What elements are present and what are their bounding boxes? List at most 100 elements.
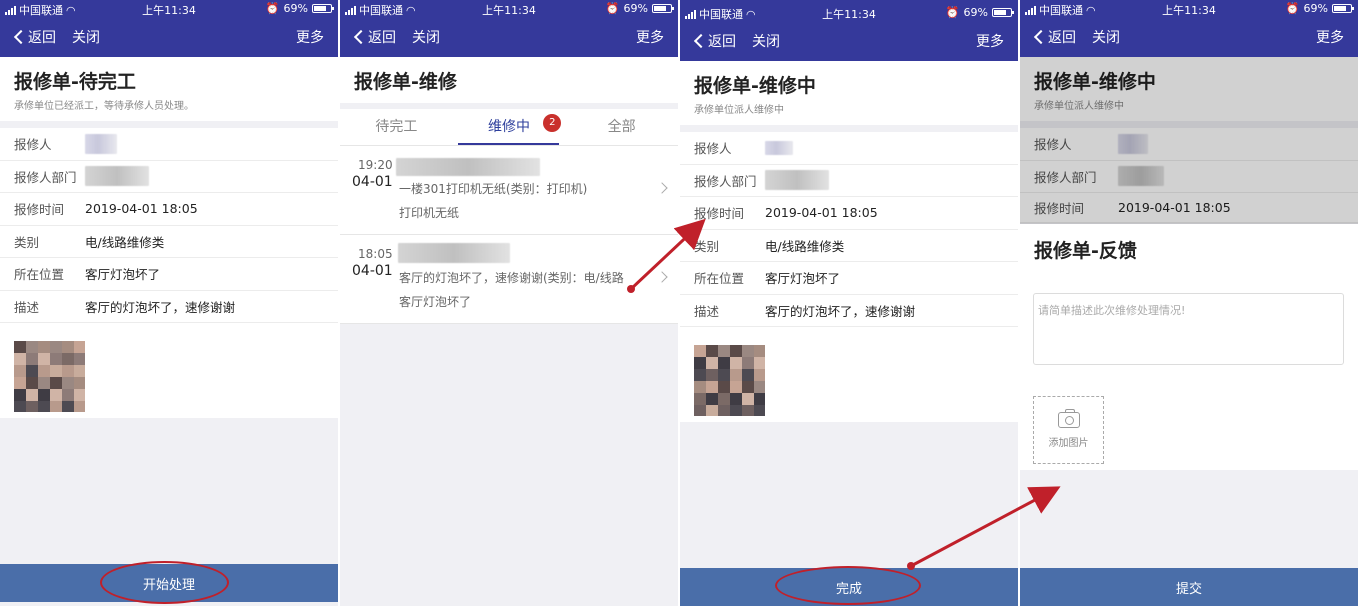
back-button[interactable]: 返回	[352, 27, 396, 47]
field-label: 报修时间	[1034, 201, 1085, 216]
photo-pixel	[718, 345, 730, 357]
photo-pixel	[730, 393, 742, 405]
redacted-title	[396, 158, 540, 176]
tutorial-collage: 中国联通 ◠ 上午11:34 ⏰ 69% 返回 关闭 更多 报修单-待完工 承修单位…	[0, 0, 1358, 606]
nav-bar: 中国联通 ◠ 上午11:34 ⏰ 69% 返回 关闭 更多	[680, 0, 1018, 61]
photo-pixel	[742, 393, 754, 405]
photo-pixel	[718, 381, 730, 393]
item-summary: 客厅的灯泡坏了，速修谢谢(类别：电/线路	[399, 271, 624, 285]
field-label: 所在位置	[694, 271, 745, 287]
photo-pixel	[74, 377, 85, 389]
tab-pending[interactable]: 待完工	[340, 109, 453, 145]
photo-pixel	[718, 357, 730, 369]
field-dept: 报修人部门	[1020, 161, 1358, 193]
close-button[interactable]: 关闭	[752, 31, 780, 51]
page-subtitle: 承修单位派人维修中	[694, 105, 784, 116]
photo-pixel	[706, 357, 718, 369]
field-location: 所在位置 客厅灯泡坏了	[680, 262, 1018, 295]
photo-pixel	[38, 353, 50, 365]
field-category: 类别 电/线路维修类	[680, 230, 1018, 262]
back-button[interactable]: 返回	[12, 27, 56, 47]
highlight-ellipse	[775, 566, 921, 605]
field-category: 类别 电/线路维修类	[0, 226, 338, 258]
more-button[interactable]: 更多	[1316, 27, 1344, 47]
photo-pixel	[754, 381, 765, 393]
alarm-icon: ⏰	[945, 6, 960, 19]
photo-pixel	[754, 357, 765, 369]
back-label: 返回	[28, 30, 56, 46]
chevron-left-icon	[353, 29, 369, 45]
close-button[interactable]: 关闭	[1092, 27, 1120, 47]
submit-button[interactable]: 提交	[1020, 568, 1358, 606]
field-label: 报修人部门	[14, 169, 77, 185]
field-location: 所在位置 客厅灯泡坏了	[0, 258, 338, 291]
order-header: 报修单-待完工 承修单位已经派工，等待承修人员处理。	[0, 57, 338, 121]
feedback-title: 报修单-反馈	[1034, 240, 1137, 262]
field-time: 报修时间 2019-04-01 18:05	[1020, 193, 1358, 223]
list-item[interactable]: 19:20 04-01 一楼301打印机无纸(类别：打印机) 打印机无纸	[340, 146, 678, 235]
battery-icon	[1332, 4, 1354, 13]
item-time: 19:20	[358, 158, 393, 172]
field-dept: 报修人部门	[0, 161, 338, 193]
add-photo-button[interactable]: 添加图片	[1033, 396, 1104, 464]
list-item[interactable]: 18:05 04-01 客厅的灯泡坏了，速修谢谢(类别：电/线路 客厅灯泡坏了	[340, 235, 678, 324]
back-label: 返回	[1048, 30, 1076, 46]
page-subtitle: 承修单位派人维修中	[1034, 101, 1124, 112]
field-value: 客厅的灯泡坏了，速修谢谢	[765, 303, 916, 319]
battery-icon	[312, 4, 334, 13]
photo-pixel	[754, 393, 765, 405]
tab-all[interactable]: 全部	[565, 109, 678, 145]
photo-pixel	[26, 377, 38, 389]
photo-pixel	[14, 365, 26, 377]
field-label: 所在位置	[14, 267, 65, 283]
photo-pixel	[50, 341, 62, 353]
field-label: 报修人	[694, 141, 732, 157]
order-header: 报修单-维修中 承修单位派人维修中	[1020, 57, 1358, 121]
photo-pixel	[742, 381, 754, 393]
photo-pixel	[50, 365, 62, 377]
field-reporter: 报修人	[0, 128, 338, 161]
photo-pixel	[694, 345, 706, 357]
photo-pixel	[74, 365, 85, 377]
photo-pixel	[62, 341, 74, 353]
photo-pixel	[14, 353, 26, 365]
tab-in-repair[interactable]: 维修中 2	[453, 109, 566, 145]
attached-photo[interactable]	[14, 341, 85, 412]
more-button[interactable]: 更多	[636, 27, 664, 47]
photo-pixel	[742, 369, 754, 381]
attached-photo[interactable]	[694, 345, 765, 416]
close-button[interactable]: 关闭	[412, 27, 440, 47]
photo-pixel	[694, 369, 706, 381]
feedback-textarea[interactable]: 请简单描述此次维修处理情况!	[1033, 293, 1344, 365]
back-button[interactable]: 返回	[692, 31, 736, 51]
photo-pixel	[730, 405, 742, 416]
photo-pixel	[38, 365, 50, 377]
alarm-icon: ⏰	[265, 2, 280, 15]
status-bar: 中国联通 ◠ 上午11:34 ⏰ 69%	[1020, 0, 1358, 18]
phone-screen-pending: 中国联通 ◠ 上午11:34 ⏰ 69% 返回 关闭 更多 报修单-待完工 承修单位…	[0, 0, 338, 606]
page-title: 报修单-待完工	[14, 71, 136, 93]
item-detail: 客厅灯泡坏了	[399, 295, 472, 309]
nav-bar: 中国联通 ◠ 上午11:34 ⏰ 69% 返回 关闭 更多	[0, 0, 338, 57]
field-value: 电/线路维修类	[765, 238, 845, 254]
more-button[interactable]: 更多	[976, 31, 1004, 51]
more-button[interactable]: 更多	[296, 27, 324, 47]
redacted-value	[85, 133, 117, 154]
photo-pixel	[62, 377, 74, 389]
order-fields: 报修人 报修人部门 报修时间 2019-04-01 18:05 类别 电/线路维修类…	[0, 128, 338, 323]
field-label: 报修时间	[694, 206, 745, 222]
photo-pixel	[50, 353, 62, 365]
phone-screen-in-repair: 中国联通 ◠ 上午11:34 ⏰ 69% 返回 关闭 更多 报修单-维修中 承修单位…	[680, 0, 1018, 606]
photo-pixel	[742, 345, 754, 357]
photo-pixel	[754, 345, 765, 357]
back-button[interactable]: 返回	[1032, 27, 1076, 47]
chevron-right-icon	[656, 182, 668, 194]
field-value: 客厅灯泡坏了	[765, 271, 841, 287]
chevron-left-icon	[1033, 29, 1049, 45]
close-button[interactable]: 关闭	[72, 27, 100, 47]
photo-pixel	[706, 381, 718, 393]
photo-area	[680, 327, 1018, 422]
photo-pixel	[74, 401, 85, 412]
photo-pixel	[718, 393, 730, 405]
alarm-icon: ⏰	[1285, 2, 1300, 15]
